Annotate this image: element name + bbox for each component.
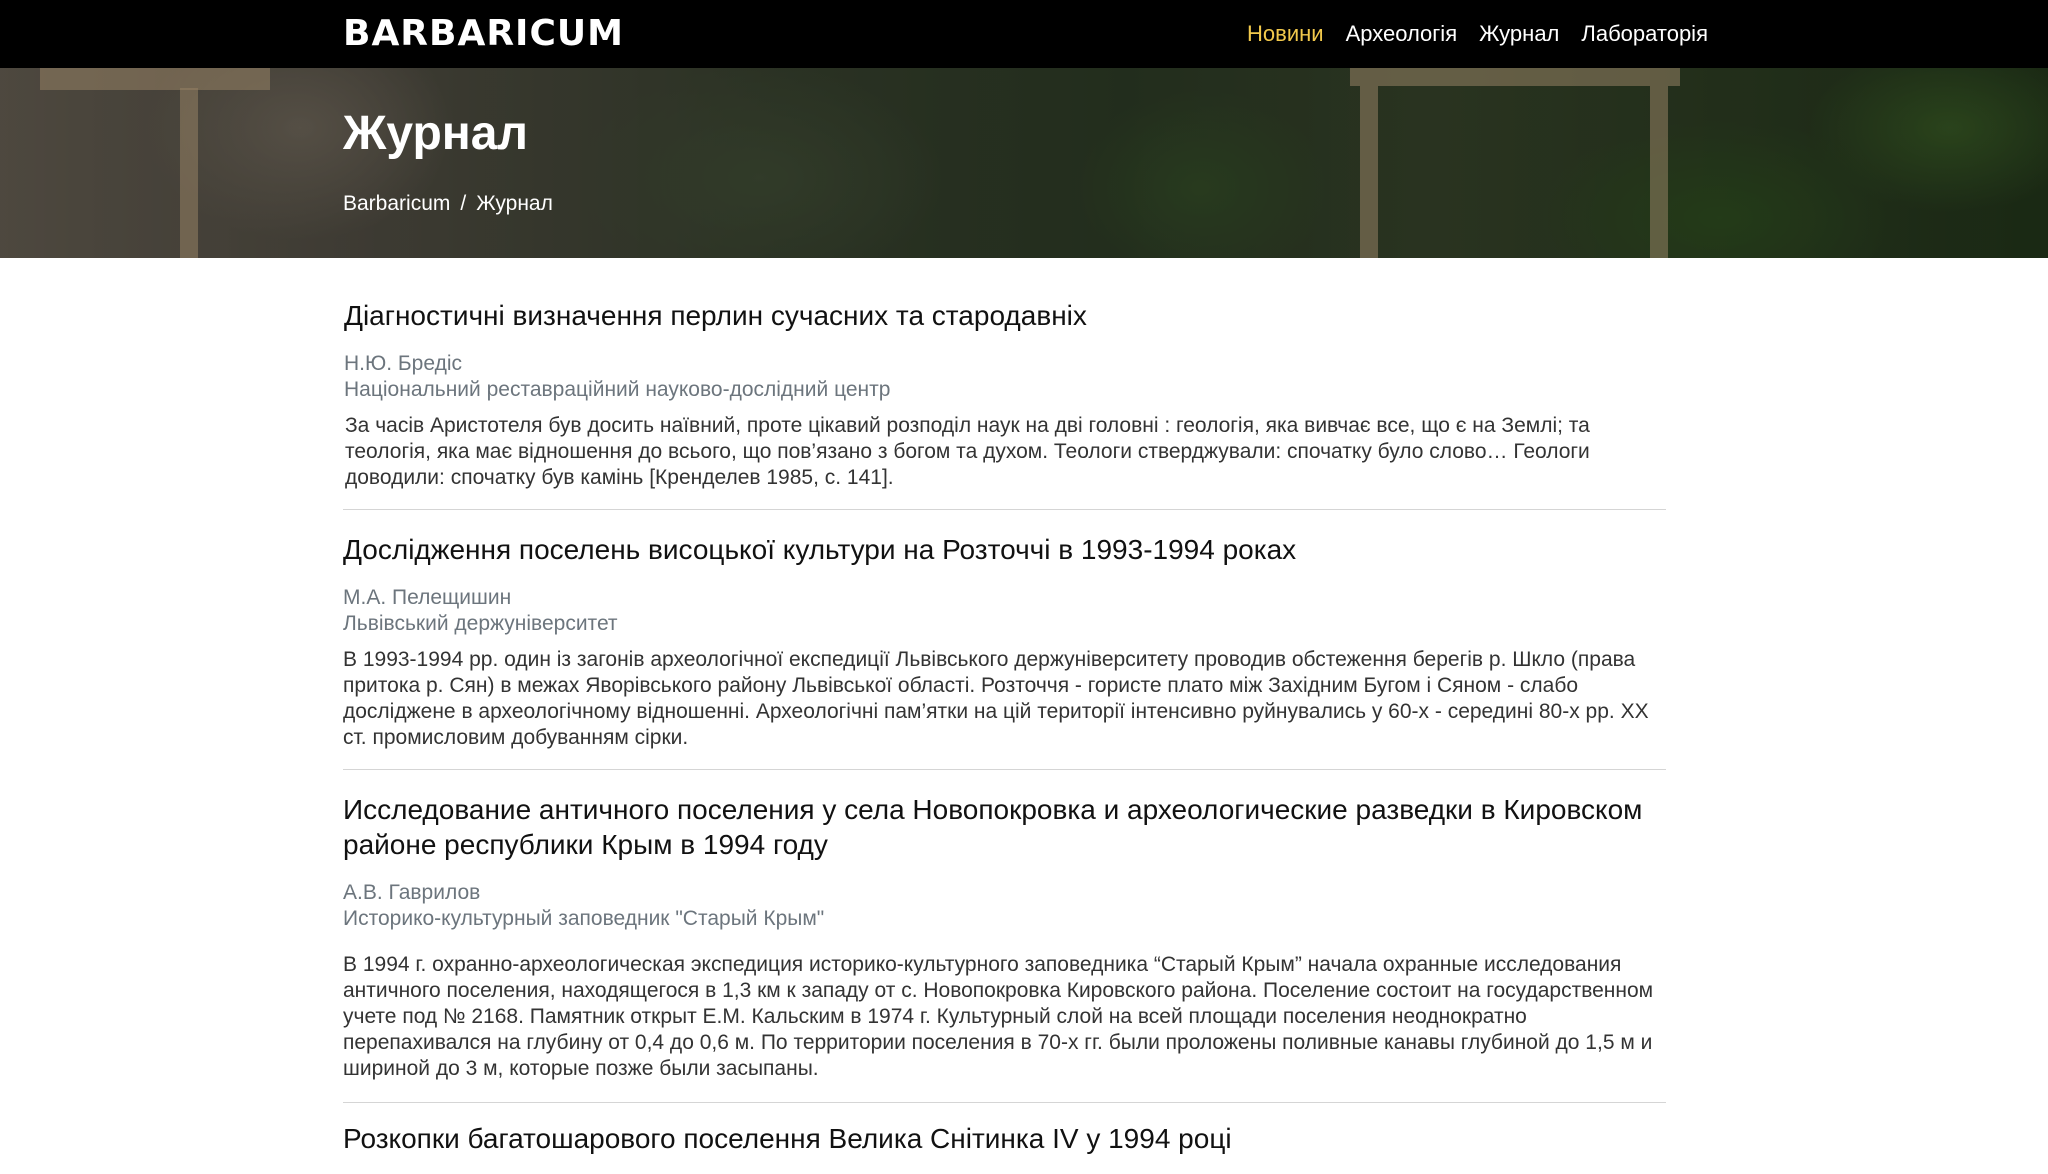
- article-title: Діагностичні визначення перлин сучасних …: [344, 298, 1666, 333]
- hero-background-image: [40, 68, 270, 90]
- article-title: Исследование античного поселения у села …: [343, 792, 1666, 862]
- article-item: Исследование античного поселения у села …: [343, 770, 1666, 1103]
- article-abstract: За часів Аристотеля був досить наївний, …: [345, 414, 1590, 489]
- article-affiliation: Львівський держуніверситет: [343, 612, 618, 635]
- breadcrumb: Barbaricum / Журнал: [343, 192, 553, 216]
- article-title-link[interactable]: Дослідження поселень висоцької культури …: [343, 534, 1296, 565]
- article-title-link[interactable]: Розкопки багатошарового поселення Велика…: [343, 1123, 1232, 1154]
- hero-banner: Журнал Barbaricum / Журнал: [0, 68, 2048, 258]
- article-author: Н.Ю. Бредіс: [344, 352, 462, 375]
- breadcrumb-home-link[interactable]: Barbaricum: [343, 192, 450, 216]
- site-logo[interactable]: BARBARICUM: [343, 14, 624, 54]
- article-abstract: В 1993-1994 рр. один із загонів археолог…: [343, 648, 1649, 749]
- article-list: Діагностичні визначення перлин сучасних …: [343, 258, 1666, 1174]
- article-item: Розкопки багатошарового поселення Велика…: [343, 1103, 1666, 1174]
- article-abstract: В 1994 г. охранно-археологическая экспед…: [343, 953, 1654, 1080]
- article-meta: А.В. Гаврилов Историко-культурный запове…: [343, 880, 1666, 932]
- article-affiliation: Историко-культурный заповедник "Старый К…: [343, 907, 825, 930]
- nav-item-laboratory[interactable]: Лабораторія: [1581, 21, 1708, 47]
- article-author: М.А. Пелещишин: [343, 586, 512, 609]
- article-title: Розкопки багатошарового поселення Велика…: [343, 1121, 1666, 1156]
- hero-background-post: [1360, 86, 1378, 258]
- article-item: Дослідження поселень висоцької культури …: [343, 510, 1666, 770]
- hero-background-table: [1350, 68, 1680, 86]
- breadcrumb-separator: /: [460, 192, 467, 215]
- hero-background-post: [1650, 86, 1668, 258]
- nav-item-archaeology[interactable]: Археологія: [1346, 21, 1458, 47]
- nav-item-news[interactable]: Новини: [1247, 21, 1324, 47]
- top-navbar: BARBARICUM Новини Археологія Журнал Лабо…: [0, 0, 2048, 68]
- nav-item-journal[interactable]: Журнал: [1479, 21, 1559, 47]
- breadcrumb-current: Журнал: [476, 192, 553, 215]
- hero-background-post: [180, 88, 198, 258]
- article-meta: М.А. Пелещишин Львівський держуніверсите…: [343, 585, 1666, 637]
- page-title: Журнал: [343, 107, 528, 160]
- article-meta: Н.Ю. Бредіс Національний реставраційний …: [344, 351, 1666, 403]
- article-title: Дослідження поселень висоцької культури …: [343, 532, 1666, 567]
- article-affiliation: Національний реставраційний науково-досл…: [344, 378, 891, 401]
- article-title-link[interactable]: Діагностичні визначення перлин сучасних …: [344, 300, 1087, 331]
- article-author: А.В. Гаврилов: [343, 881, 481, 904]
- article-title-link[interactable]: Исследование античного поселения у села …: [343, 794, 1642, 860]
- article-item: Діагностичні визначення перлин сучасних …: [343, 258, 1666, 510]
- main-nav: Новини Археологія Журнал Лабораторія: [1247, 0, 1708, 68]
